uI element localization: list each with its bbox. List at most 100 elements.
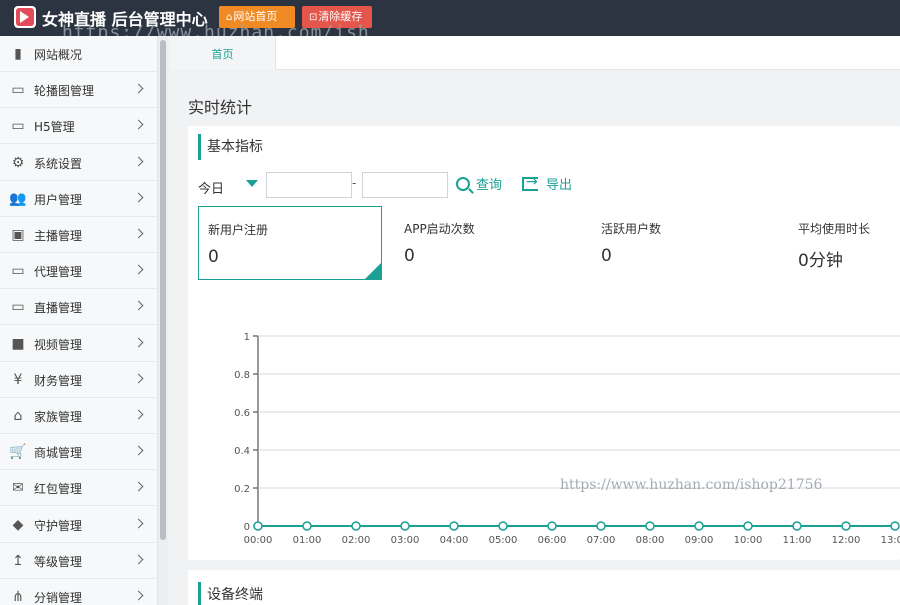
sidebar-item-label: 财务管理 [34,373,83,388]
sidebar-item-label: 等级管理 [34,554,83,569]
sidebar-item[interactable]: ◆ 守护管理 [0,507,157,543]
data-point [694,521,704,531]
monitor-icon: ▭ [11,299,25,316]
x-tick-label: 01:00 [293,535,322,546]
bank-icon: ⌂ [13,408,23,424]
x-tick-label: 11:00 [783,535,812,546]
data-point [449,521,459,531]
sidebar-item-label: H5管理 [34,120,75,135]
sidebar-item-label: 直播管理 [34,301,83,316]
x-tick-label: 02:00 [342,535,371,546]
data-point [253,521,263,531]
x-tick-label: 09:00 [685,535,714,546]
sidebar-item-label: 家族管理 [34,410,83,424]
sidebar-item-label: 主播管理 [34,229,83,243]
data-point [547,521,557,531]
sidebar-item[interactable]: ▭ 直播管理 [0,289,157,326]
sidebar-item[interactable]: ¥ 财务管理 [0,362,157,398]
sidebar-item-label: 代理管理 [34,265,83,280]
chevron-right-icon [133,264,144,275]
x-tick-label: 07:00 [587,535,616,546]
chevron-right-icon [133,445,144,456]
chevron-right-icon [133,409,144,420]
data-point [302,521,312,531]
envelope-icon: ✉ [12,480,24,497]
device-terminal-card: 设备终端 [188,570,900,605]
sidebar-item[interactable]: ▭ H5管理 [0,108,157,145]
sidebar-item[interactable]: ▭ 代理管理 [0,253,157,290]
sidebar-item-label: 系统设置 [34,156,83,171]
chevron-right-icon [133,518,144,529]
bar-chart-icon: ▮ [14,46,22,62]
chevron-right-icon [133,481,144,492]
top-header: 女神直播 后台管理中心 ⌂网站首页 ⊡清除缓存 https://www.huzh… [0,0,900,43]
sidebar-item-label: 用户管理 [34,192,83,207]
x-tick-label: 06:00 [538,535,567,546]
chevron-right-icon [133,228,144,239]
data-point [351,521,361,531]
y-tick-label: 0.8 [234,370,250,381]
data-point [645,521,655,531]
data-point [743,521,753,531]
y-tick-label: 0.4 [234,446,250,457]
monitor-icon: ▭ [11,118,25,135]
tab-bar: 首页 [170,36,900,70]
sidebar-item-label: 守护管理 [34,518,83,533]
sidebar-item[interactable]: ⌂ 家族管理 [0,398,157,434]
y-tick-label: 0 [244,522,250,533]
sidebar-item-label: 轮播图管理 [34,84,95,99]
sidebar-item-label: 红包管理 [34,482,83,497]
monitor-icon: ▭ [11,82,25,99]
sidebar-item-label: 视频管理 [34,337,83,352]
x-tick-label: 10:00 [734,535,763,546]
data-point [498,521,508,531]
data-point [841,521,851,531]
chevron-right-icon [133,300,144,311]
users-icon: 👥 [9,190,27,207]
sidebar-item[interactable]: ▣ 主播管理 [0,217,157,253]
chevron-right-icon [133,192,144,203]
monitor-icon: ▭ [11,263,25,280]
basic-metrics-card: 基本指标 今日 - 查询 导出 新用户注册 0 APP启动次数 0 活跃用户数 … [188,126,900,560]
id-card-icon: ▣ [11,227,25,243]
sidebar-item[interactable]: 👥 用户管理 [0,181,157,217]
sidebar-item-label: 网站概况 [34,48,83,62]
sitemap-icon: ⋔ [12,589,24,605]
y-tick-label: 0.6 [234,408,250,419]
chevron-right-icon [133,83,144,94]
app-logo-icon [14,6,36,28]
shield-icon: ◆ [12,516,24,533]
chevron-right-icon [133,337,144,348]
sidebar-item[interactable]: 🛒 商城管理 [0,434,157,471]
sidebar-item[interactable]: ▭ 轮播图管理 [0,72,157,109]
chevron-right-icon [133,554,144,565]
tab-home[interactable]: 首页 [170,36,276,70]
data-point [400,521,410,531]
x-tick-label: 04:00 [440,535,469,546]
chevron-right-icon [133,119,144,130]
x-tick-label: 08:00 [636,535,665,546]
sidebar-item[interactable]: ↥ 等级管理 [0,543,157,579]
sidebar-item[interactable]: ⚙ 系统设置 [0,145,157,181]
chevron-right-icon [133,373,144,384]
sidebar-item[interactable]: ▮ 网站概况 [0,36,157,72]
x-tick-label: 03:00 [391,535,420,546]
cart-icon: 🛒 [9,444,27,461]
watermark-mid: https://www.huzhan.com/ishop21756 [560,477,823,493]
y-tick-label: 1 [244,332,250,343]
sidebar-scroll-thumb[interactable] [160,40,166,540]
sidebar-item-label: 分销管理 [34,591,83,605]
sidebar-item[interactable]: ■ 视频管理 [0,326,157,362]
x-tick-label: 00:00 [244,535,273,546]
main-content: 首页 实时统计 基本指标 今日 - 查询 导出 新用户注册 0 APP启动次数 … [170,36,900,605]
section-title: 实时统计 [188,98,253,117]
sidebar-menu: ▮ 网站概况 ▭ 轮播图管理 ▭ H5管理 ⚙ 系统设置 👥 用户管理 ▣ 主播管理 ▭ 代理管理 ▭ 直播管… [0,36,158,605]
line-chart: 0 0.2 0.4 0.6 0.8 1 00:00 01:00 02:00 03:00 04:00 0… [234,332,900,546]
yen-icon: ¥ [13,371,23,388]
x-tick-label: 13:00 [881,535,900,546]
x-tick-label: 12:00 [832,535,861,546]
video-camera-icon: ■ [11,335,25,352]
sidebar-item[interactable]: ⋔ 分销管理 [0,579,157,605]
sidebar-item-label: 商城管理 [34,446,83,461]
sidebar-item[interactable]: ✉ 红包管理 [0,470,157,507]
